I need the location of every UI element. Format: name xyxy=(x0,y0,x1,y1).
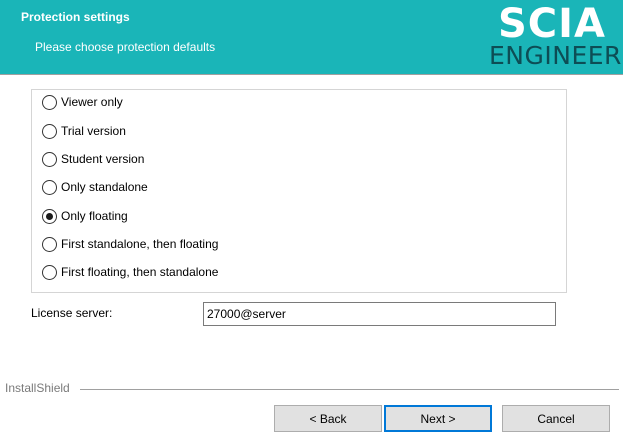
radio-trial-version[interactable]: Trial version xyxy=(42,122,126,140)
radio-student-version[interactable]: Student version xyxy=(42,150,144,168)
logo-scia-text: SCIA xyxy=(497,1,606,47)
radio-button-icon[interactable] xyxy=(42,123,57,139)
page-subtitle: Please choose protection defaults xyxy=(35,40,216,54)
license-server-input[interactable] xyxy=(203,302,556,326)
radio-button-icon[interactable] xyxy=(42,151,57,167)
cancel-button[interactable]: Cancel xyxy=(502,405,610,432)
radio-standalone-then-floating[interactable]: First standalone, then floating xyxy=(42,235,218,253)
radio-label: Only standalone xyxy=(61,180,148,194)
radio-button-icon[interactable] xyxy=(42,208,57,224)
radio-button-icon[interactable] xyxy=(42,94,57,110)
radio-button-icon[interactable] xyxy=(42,264,57,280)
radio-floating-then-standalone[interactable]: First floating, then standalone xyxy=(42,263,218,281)
radio-button-icon[interactable] xyxy=(42,236,57,252)
radio-label: Student version xyxy=(61,152,145,166)
installshield-label: InstallShield xyxy=(5,381,70,395)
radio-viewer-only[interactable]: Viewer only xyxy=(42,93,123,111)
radio-label: Viewer only xyxy=(61,95,123,109)
radio-label: First standalone, then floating xyxy=(61,237,219,251)
radio-label: Only floating xyxy=(61,209,128,223)
radio-only-floating[interactable]: Only floating xyxy=(42,207,128,225)
radio-button-icon[interactable] xyxy=(42,179,57,195)
license-server-label: License server: xyxy=(31,306,113,320)
header-divider xyxy=(0,74,623,75)
radio-label: First floating, then standalone xyxy=(61,265,219,279)
next-button[interactable]: Next > xyxy=(384,405,492,432)
back-button[interactable]: < Back xyxy=(274,405,382,432)
radio-only-standalone[interactable]: Only standalone xyxy=(42,178,148,196)
logo-engineer-text: ENGINEER xyxy=(489,41,622,70)
scia-engineer-logo: SCIA ENGINEER xyxy=(489,1,622,72)
page-title: Protection settings xyxy=(21,10,130,24)
header-banner: Protection settings Please choose protec… xyxy=(0,0,623,74)
radio-label: Trial version xyxy=(61,124,126,138)
footer-divider xyxy=(80,389,619,390)
